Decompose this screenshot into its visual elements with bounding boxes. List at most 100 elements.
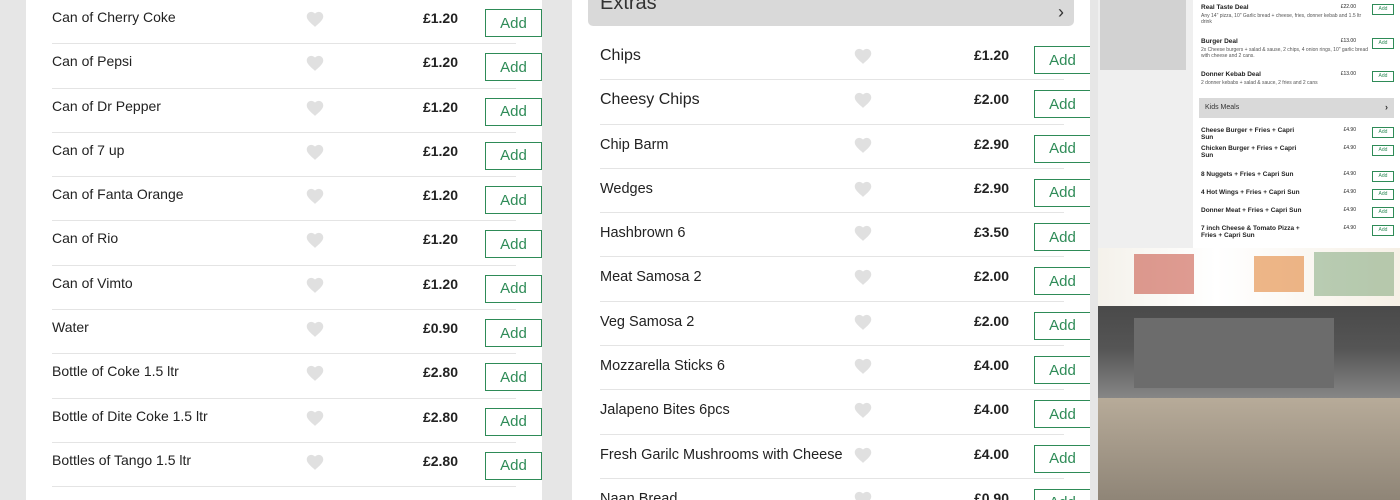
add-button[interactable]: Add bbox=[1034, 178, 1090, 207]
mini-kids-price: £4.90 bbox=[1343, 145, 1356, 151]
heart-icon[interactable] bbox=[306, 232, 324, 250]
item-price: £2.80 bbox=[422, 364, 458, 381]
menu-item-row: Water £0.90 Add bbox=[52, 310, 542, 355]
item-price: £1.20 bbox=[422, 187, 458, 204]
add-button[interactable]: Add bbox=[485, 9, 542, 37]
heart-icon[interactable] bbox=[854, 358, 872, 376]
heart-icon[interactable] bbox=[854, 48, 872, 66]
mini-kids-name: Donner Meat + Fries + Capri Sun bbox=[1201, 207, 1302, 214]
add-button[interactable]: Add bbox=[1034, 400, 1090, 429]
heart-icon[interactable] bbox=[306, 410, 324, 428]
add-button[interactable]: Add bbox=[485, 230, 542, 259]
item-name: Can of Pepsi bbox=[52, 53, 133, 70]
menu-item-row: Wedges £2.90 Add bbox=[600, 169, 1090, 214]
mini-add-button[interactable]: Add bbox=[1372, 189, 1394, 200]
mini-add-button[interactable]: Add bbox=[1372, 225, 1394, 236]
kitchen-image bbox=[1134, 318, 1334, 388]
heart-icon[interactable] bbox=[306, 100, 324, 118]
heart-icon[interactable] bbox=[306, 188, 324, 206]
add-button[interactable]: Add bbox=[1034, 134, 1090, 163]
menu-item-row: Can of Dr Pepper £1.20 Add bbox=[52, 89, 542, 133]
heart-icon[interactable] bbox=[306, 55, 324, 73]
heart-icon[interactable] bbox=[854, 269, 872, 287]
heart-icon[interactable] bbox=[854, 314, 872, 332]
heart-icon[interactable] bbox=[306, 11, 324, 29]
mini-kids-name: 7 inch Cheese & Tomato Pizza + Fries + C… bbox=[1201, 225, 1300, 239]
item-price: £3.50 bbox=[973, 224, 1009, 241]
add-button[interactable]: Add bbox=[1034, 223, 1090, 252]
item-price: £2.00 bbox=[973, 91, 1009, 108]
menu-item-row: Can of Rio £1.20 Add bbox=[52, 221, 542, 266]
item-name: Fresh Garilc Mushrooms with Cheese bbox=[600, 446, 843, 463]
menu-item-row: Jalapeno Bites 6pcs £4.00 Add bbox=[600, 390, 1090, 435]
drinks-list: Can of Cherry Coke £1.20 Add Can of Pepsi £1… bbox=[52, 0, 542, 488]
item-name: Cheesy Chips bbox=[600, 91, 700, 109]
mini-add-button[interactable]: Add bbox=[1372, 38, 1394, 49]
mini-kids-name: 8 Nuggets + Fries + Capri Sun bbox=[1201, 171, 1294, 178]
heart-icon[interactable] bbox=[854, 181, 872, 199]
menu-item-row: Hashbrown 6 £3.50 Add bbox=[600, 213, 1090, 258]
add-button[interactable]: Add bbox=[485, 186, 542, 215]
menu-board-image bbox=[1098, 248, 1400, 306]
item-price: £0.90 bbox=[973, 489, 1009, 500]
add-button[interactable]: Add bbox=[485, 319, 542, 348]
mini-add-button[interactable]: Add bbox=[1372, 127, 1394, 138]
add-button[interactable]: Add bbox=[485, 274, 542, 303]
heart-icon[interactable] bbox=[854, 92, 872, 110]
heart-icon[interactable] bbox=[306, 454, 324, 472]
item-price: £1.20 bbox=[422, 231, 458, 248]
extras-list: Chips £1.20 Add Cheesy Chips £2.00 Add Chip Ba… bbox=[600, 36, 1090, 500]
item-price: £1.20 bbox=[422, 10, 458, 26]
add-button[interactable]: Add bbox=[485, 53, 542, 82]
add-button[interactable]: Add bbox=[1034, 311, 1090, 340]
heart-icon[interactable] bbox=[854, 447, 872, 465]
mini-add-button[interactable]: Add bbox=[1372, 71, 1394, 82]
item-price: £2.00 bbox=[973, 268, 1009, 285]
extras-category-header[interactable]: Extras › bbox=[588, 0, 1074, 26]
item-price: £2.00 bbox=[973, 312, 1009, 329]
menu-item-row: Can of Vimto £1.20 Add bbox=[52, 266, 542, 311]
add-button[interactable]: Add bbox=[1034, 488, 1090, 500]
heart-icon[interactable] bbox=[854, 402, 872, 420]
heart-icon[interactable] bbox=[306, 277, 324, 295]
mini-add-button[interactable]: Add bbox=[1372, 145, 1394, 156]
heart-icon[interactable] bbox=[306, 365, 324, 383]
add-button[interactable]: Add bbox=[1034, 90, 1090, 119]
add-button[interactable]: Add bbox=[485, 451, 542, 480]
mini-add-button[interactable]: Add bbox=[1372, 171, 1394, 182]
menu-item-row: Cheesy Chips £2.00 Add bbox=[600, 80, 1090, 125]
item-price: £4.00 bbox=[973, 357, 1009, 374]
item-name: Can of Vimto bbox=[52, 274, 133, 291]
mini-kids-title: Kids Meals bbox=[1205, 104, 1240, 111]
add-button[interactable]: Add bbox=[485, 363, 542, 392]
add-button[interactable]: Add bbox=[485, 141, 542, 170]
menu-item-row: Can of Cherry Coke £1.20 Add bbox=[52, 0, 542, 45]
heart-icon[interactable] bbox=[854, 137, 872, 155]
mini-kids-price: £4.90 bbox=[1343, 189, 1356, 195]
mini-add-button[interactable]: Add bbox=[1372, 4, 1394, 15]
item-name: Hashbrown 6 bbox=[600, 225, 686, 242]
item-price: £1.20 bbox=[422, 142, 458, 159]
heart-icon[interactable] bbox=[854, 225, 872, 243]
menu-item-row: Can of 7 up £1.20 Add bbox=[52, 133, 542, 178]
add-button[interactable]: Add bbox=[485, 407, 542, 436]
item-price: £1.20 bbox=[422, 98, 458, 115]
drinks-panel: Can of Cherry Coke £1.20 Add Can of Pepsi £1… bbox=[26, 0, 542, 500]
item-name: Chip Barm bbox=[600, 136, 669, 153]
add-button[interactable]: Add bbox=[1034, 356, 1090, 385]
add-button[interactable]: Add bbox=[485, 97, 542, 126]
heart-icon[interactable] bbox=[306, 321, 324, 339]
add-button[interactable]: Add bbox=[1034, 46, 1090, 74]
extras-panel: Extras › Chips £1.20 Add Cheesy Chips £2.00 A… bbox=[572, 0, 1090, 500]
heart-icon[interactable] bbox=[854, 491, 872, 500]
mini-add-button[interactable]: Add bbox=[1372, 207, 1394, 218]
mini-kids-price: £4.90 bbox=[1343, 127, 1356, 133]
add-button[interactable]: Add bbox=[1034, 267, 1090, 296]
menu-item-row: Chip Barm £2.90 Add bbox=[600, 125, 1090, 169]
item-price: £1.20 bbox=[973, 47, 1009, 63]
menu-item-row: Bottle of Coke 1.5 ltr £2.80 Add bbox=[52, 354, 542, 399]
mini-kids-header: Kids Meals › bbox=[1199, 98, 1394, 118]
heart-icon[interactable] bbox=[306, 144, 324, 162]
item-name: Bottle of Coke 1.5 ltr bbox=[52, 363, 179, 380]
add-button[interactable]: Add bbox=[1034, 444, 1090, 473]
